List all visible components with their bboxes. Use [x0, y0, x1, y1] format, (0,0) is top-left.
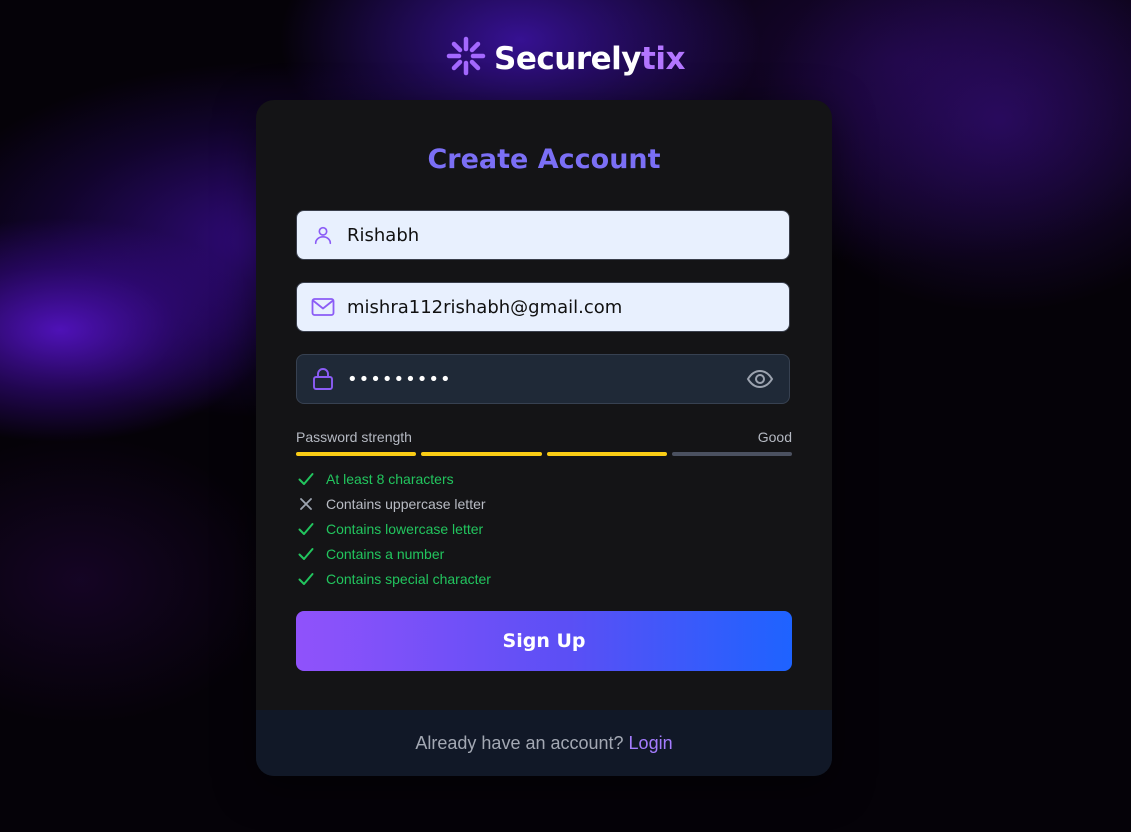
password-strength-header: Password strength Good	[296, 429, 792, 445]
requirement-text: Contains uppercase letter	[326, 495, 486, 512]
lock-icon	[311, 367, 335, 391]
strength-label: Password strength	[296, 429, 412, 445]
footer-prompt: Already have an account?	[415, 732, 624, 753]
check-icon	[296, 544, 316, 564]
requirement-text: At least 8 characters	[326, 470, 454, 487]
email-field[interactable]	[296, 282, 790, 332]
sign-up-button[interactable]: Sign Up	[296, 611, 792, 671]
user-icon	[311, 223, 335, 247]
eye-icon[interactable]	[745, 367, 775, 391]
password-input[interactable]	[347, 355, 745, 403]
check-icon	[296, 519, 316, 539]
requirement-item: Contains special character	[296, 566, 491, 591]
signup-card: Create Account Rishabh mishra112rishabh@…	[256, 100, 832, 776]
mail-icon	[311, 295, 335, 319]
check-icon	[296, 569, 316, 589]
strength-segment	[421, 452, 542, 456]
name-field[interactable]	[296, 210, 790, 260]
brand-name-accent: tix	[641, 40, 685, 77]
password-requirements: At least 8 characters Contains uppercase…	[296, 466, 491, 591]
requirement-text: Contains lowercase letter	[326, 520, 484, 537]
strength-meter	[296, 452, 792, 456]
brand-name-main: Securely	[494, 40, 641, 77]
brand-name: Securelytix	[494, 41, 685, 77]
login-link[interactable]: Login	[629, 733, 673, 754]
x-icon	[296, 494, 316, 514]
page-title: Create Account	[427, 144, 661, 175]
strength-level: Good	[757, 429, 792, 445]
email-input[interactable]	[347, 283, 789, 331]
password-field[interactable]	[296, 354, 790, 404]
brand-logo: Securelytix	[0, 36, 1131, 81]
strength-segment	[546, 452, 667, 456]
footer: Already have an account? Login	[256, 710, 832, 776]
strength-segment	[671, 452, 792, 456]
requirement-item: Contains uppercase letter	[296, 491, 491, 516]
requirement-text: Contains a number	[326, 545, 445, 562]
requirement-item: Contains lowercase letter	[296, 516, 491, 541]
logo-mark-icon	[446, 36, 486, 81]
requirement-item: Contains a number	[296, 541, 491, 566]
requirement-item: At least 8 characters	[296, 466, 491, 491]
strength-segment	[296, 452, 417, 456]
check-icon	[296, 469, 316, 489]
name-input[interactable]	[347, 211, 789, 259]
requirement-text: Contains special character	[326, 570, 491, 587]
